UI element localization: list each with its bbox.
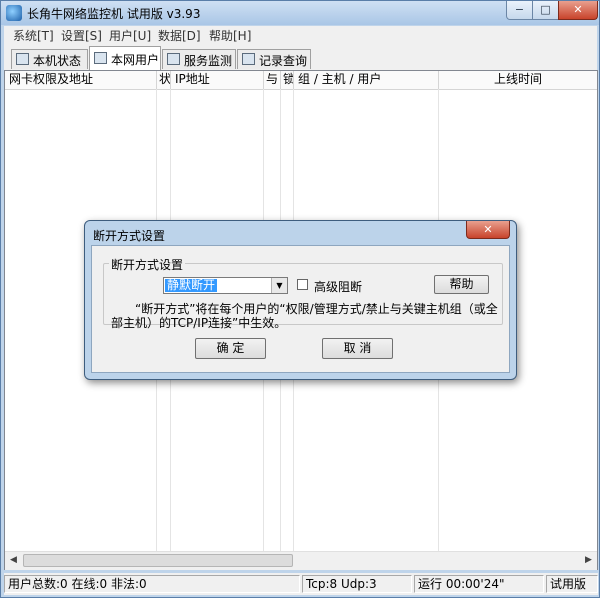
app-icon <box>6 5 22 21</box>
column-header-ip[interactable]: IP地址 <box>171 71 264 89</box>
menu-users[interactable]: 用户[U] <box>109 27 151 44</box>
search-icon <box>242 53 255 65</box>
dialog-close-button[interactable]: ✕ <box>466 221 510 239</box>
column-header-group-host-user[interactable]: 组 / 主机 / 用户 <box>294 71 439 89</box>
tab-local-status[interactable]: 本机状态 <box>11 49 88 69</box>
column-header-state[interactable]: 状 <box>157 71 171 89</box>
dialog-body: 断开方式设置 静默断开 ▼ 高级阻断 帮助 “断开方式”将在每个用户的“权限/管… <box>91 245 510 373</box>
status-user-counts: 用户总数:0 在线:0 非法:0 <box>4 575 300 593</box>
tab-label: 记录查询 <box>259 54 308 68</box>
scroll-left-icon[interactable]: ◀ <box>5 552 22 569</box>
tab-service-monitor[interactable]: 服务监测 <box>162 49 236 69</box>
column-header-lock[interactable]: 锁 <box>281 71 294 89</box>
menu-help[interactable]: 帮助[H] <box>209 27 251 44</box>
tab-label: 本机状态 <box>33 54 82 68</box>
scroll-thumb[interactable] <box>23 554 293 567</box>
chevron-down-icon[interactable]: ▼ <box>271 278 287 293</box>
tab-network-users[interactable]: 本网用户 <box>89 46 161 70</box>
tab-label: 服务监测 <box>184 54 233 68</box>
advanced-block-checkbox[interactable] <box>297 279 308 290</box>
disconnect-mode-select[interactable]: 静默断开 ▼ <box>163 277 288 294</box>
status-runtime: 运行 00:00'24" <box>414 575 544 593</box>
ok-button[interactable]: 确 定 <box>195 338 266 359</box>
selected-mode: 静默断开 <box>165 278 218 292</box>
menu-system[interactable]: 系统[T] <box>13 27 54 44</box>
close-button[interactable]: ✕ <box>558 1 598 20</box>
status-edition: 试用版 <box>546 575 598 593</box>
column-header-online-time[interactable]: 上线时间 <box>439 71 597 89</box>
users-icon <box>94 52 107 64</box>
disconnect-mode-dialog: 断开方式设置 ✕ 断开方式设置 静默断开 ▼ 高级阻断 帮助 “断开方式”将在每… <box>84 220 517 380</box>
column-header-nic[interactable]: 网卡权限及地址 <box>5 71 157 89</box>
group-title: 断开方式设置 <box>109 256 186 273</box>
status-bar: 用户总数:0 在线:0 非法:0 Tcp:8 Udp:3 运行 00:00'24… <box>4 573 598 595</box>
computer-icon <box>16 53 29 65</box>
cancel-button[interactable]: 取 消 <box>322 338 393 359</box>
list-header: 网卡权限及地址 状 IP地址 与 锁 组 / 主机 / 用户 上线时间 <box>5 71 597 90</box>
tab-bar: 本机状态 本网用户 服务监测 记录查询 <box>4 44 597 70</box>
dialog-title: 断开方式设置 <box>93 229 166 243</box>
tab-record-query[interactable]: 记录查询 <box>237 49 311 69</box>
status-ports: Tcp:8 Udp:3 <box>302 575 412 593</box>
window-title: 长角牛网络监控机 试用版 v3.93 <box>27 7 201 21</box>
minimize-button[interactable]: − <box>506 1 533 20</box>
help-button[interactable]: 帮助 <box>434 275 489 294</box>
monitor-icon <box>167 53 180 65</box>
scroll-right-icon[interactable]: ▶ <box>580 552 597 569</box>
tab-label: 本网用户 <box>111 53 160 67</box>
column-header-with[interactable]: 与 <box>264 71 281 89</box>
mode-description: “断开方式”将在每个用户的“权限/管理方式/禁止与关键主机组（或全部主机）的TC… <box>111 302 498 330</box>
advanced-block-label[interactable]: 高级阻断 <box>314 278 362 295</box>
menu-settings[interactable]: 设置[S] <box>61 27 102 44</box>
menu-bar: 系统[T] 设置[S] 用户[U] 数据[D] 帮助[H] <box>4 26 597 44</box>
menu-data[interactable]: 数据[D] <box>158 27 201 44</box>
maximize-button[interactable]: □ <box>532 1 559 20</box>
title-bar[interactable]: 长角牛网络监控机 试用版 v3.93 − □ ✕ <box>1 1 599 25</box>
horizontal-scrollbar[interactable]: ◀ ▶ <box>5 551 597 570</box>
